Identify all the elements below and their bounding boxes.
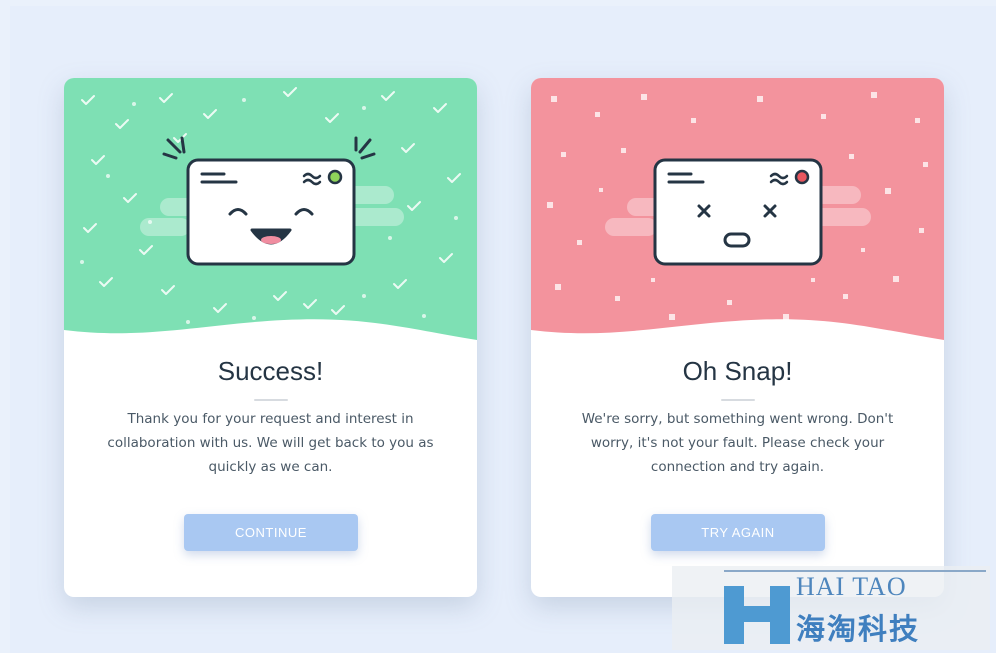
error-card: Oh Snap! We're sorry, but something went… (531, 78, 944, 597)
error-message: We're sorry, but something went wrong. D… (581, 411, 894, 475)
watermark-h-logo-icon (724, 586, 790, 644)
success-illustration-svg (64, 78, 477, 340)
success-title: Success! (217, 356, 324, 386)
watermark-cjk-text: 海淘科技 (796, 612, 921, 646)
title-divider (721, 399, 755, 401)
success-hero-illustration (64, 78, 477, 348)
success-message: Thank you for your request and interest … (107, 411, 434, 475)
try-again-button[interactable]: TRY AGAIN (651, 514, 825, 551)
happy-card-face (186, 158, 356, 266)
error-title: Oh Snap! (682, 356, 793, 386)
dizzy-card-face (653, 158, 823, 266)
status-dot-green (327, 169, 343, 185)
error-illustration-svg (531, 78, 944, 340)
success-card: Success! Thank you for your request and … (64, 78, 477, 597)
error-hero-illustration (531, 78, 944, 348)
watermark-latin-text: HAI TAO (796, 572, 907, 601)
watermark: HAI TAO 海淘科技 (672, 566, 990, 650)
continue-button[interactable]: CONTINUE (184, 514, 358, 551)
status-dot-red (794, 169, 810, 185)
title-divider (254, 399, 288, 401)
